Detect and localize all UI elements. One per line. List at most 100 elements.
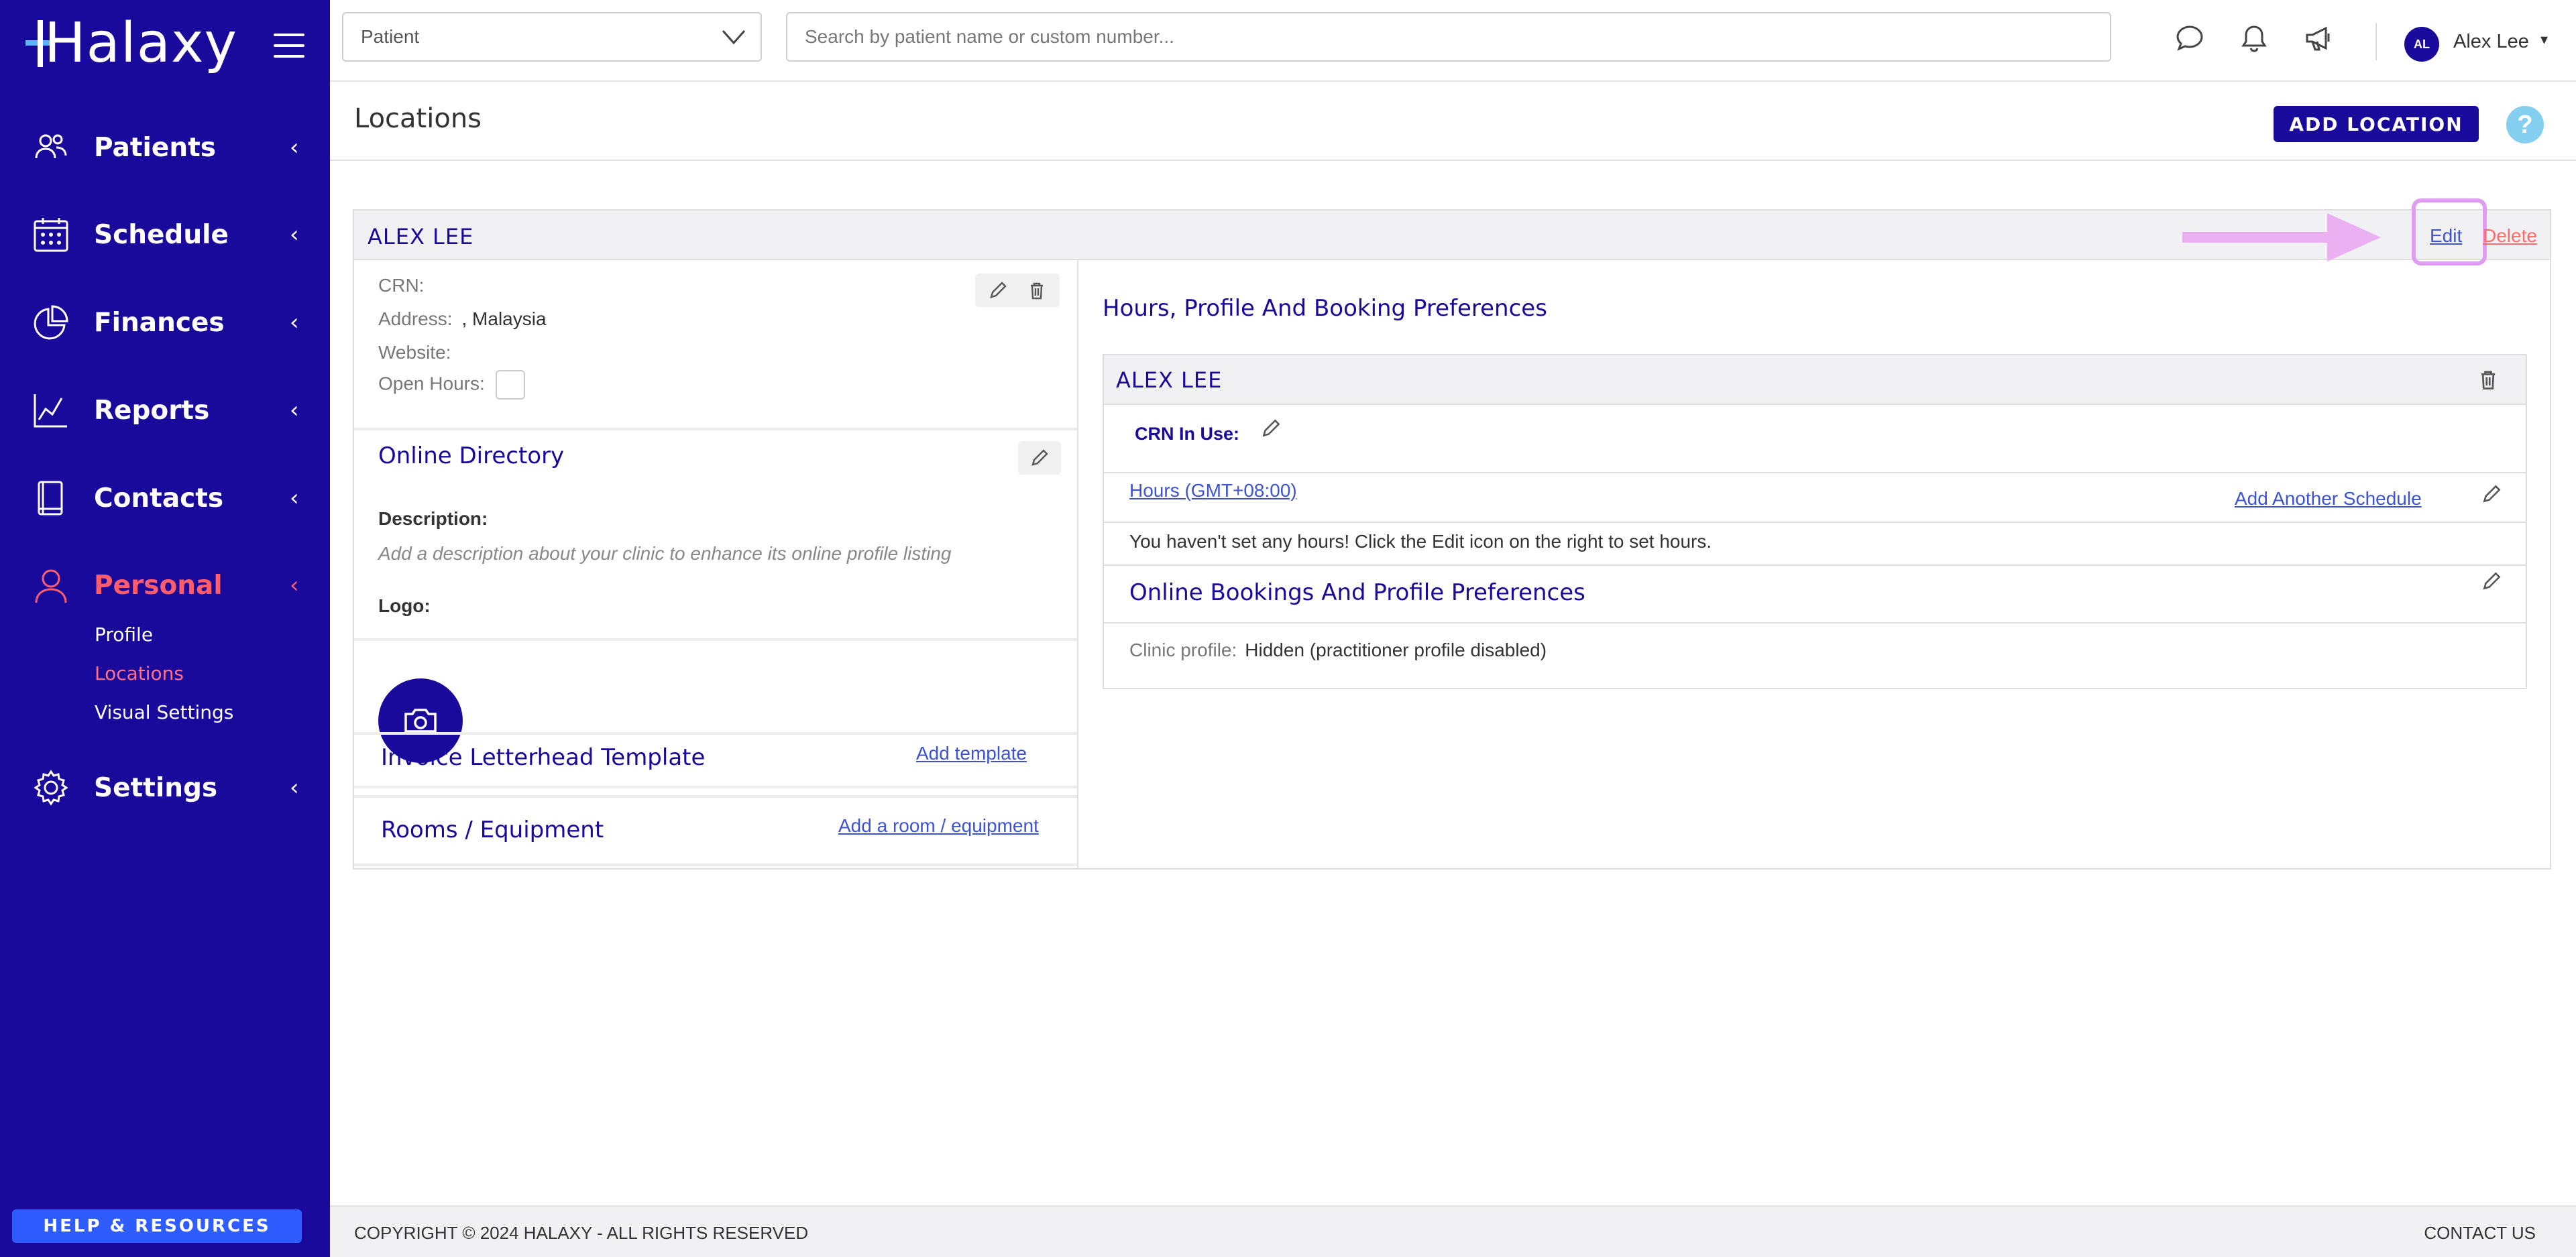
trash-icon[interactable] (2476, 367, 2500, 392)
sidebar-subitem-visual-settings[interactable]: Visual Settings (95, 701, 233, 723)
online-directory-title: Online Directory (378, 442, 565, 469)
clinic-profile-field: Clinic profile: Hidden (practitioner prof… (1129, 640, 1547, 661)
gear-icon (32, 769, 70, 806)
preferences-title: Hours, Profile And Booking Preferences (1103, 295, 1547, 322)
chevron-left-icon: ‹ (290, 134, 299, 161)
invoice-letterhead-title: Invoice Letterhead Template (381, 744, 706, 771)
website-field: Website: (378, 342, 460, 363)
sidebar-item-patients[interactable]: Patients ‹ (0, 117, 330, 178)
add-template-link[interactable]: Add template (916, 743, 1027, 764)
directory-actions (1018, 441, 1061, 475)
calendar-icon (32, 216, 70, 253)
sidebar-item-contacts[interactable]: Contacts ‹ (0, 468, 330, 528)
hamburger-menu-icon[interactable] (274, 34, 304, 58)
logo-label: Logo: (378, 595, 431, 616)
pencil-icon[interactable] (987, 280, 1009, 301)
highlight-arrow (2182, 213, 2381, 261)
avatar[interactable]: AL (2404, 27, 2439, 62)
topbar-divider (2375, 23, 2377, 60)
chevron-left-icon: ‹ (290, 485, 299, 512)
sidebar-item-schedule[interactable]: Schedule ‹ (0, 204, 330, 265)
clinic-profile-label: Clinic profile: (1129, 640, 1237, 660)
address-label: Address: (378, 308, 453, 329)
add-another-schedule-link[interactable]: Add Another Schedule (2235, 488, 2422, 510)
crn-in-use-label: CRN In Use: (1135, 424, 1240, 444)
sidebar-item-settings[interactable]: Settings ‹ (0, 758, 330, 818)
chevron-left-icon: ‹ (290, 221, 299, 248)
sidebar-subitem-locations[interactable]: Locations (95, 662, 184, 684)
divider (1104, 472, 2526, 473)
hours-timezone-link[interactable]: Hours (GMT+08:00) (1129, 480, 1297, 501)
bell-icon[interactable] (2239, 23, 2270, 54)
camera-icon (404, 709, 437, 733)
location-name: ALEX LEE (368, 224, 474, 249)
person-icon (32, 566, 70, 604)
divider (1104, 622, 2526, 623)
divider (354, 863, 1077, 866)
sidebar-item-label: Settings (94, 772, 218, 803)
logo-text: Halaxy (44, 11, 237, 75)
search-input[interactable]: Search by patient name or custom number.… (786, 12, 2111, 62)
practitioner-card: ALEX LEE CRN In Use: Hours (GMT+08:00) A… (1103, 354, 2527, 689)
crn-label: CRN: (378, 275, 425, 296)
sidebar-item-personal[interactable]: Personal ‹ (0, 555, 330, 615)
edit-location-link[interactable]: Edit (2430, 225, 2462, 247)
help-icon[interactable]: ? (2506, 106, 2544, 143)
divider (354, 795, 1077, 798)
chevron-left-icon: ‹ (290, 774, 299, 801)
open-hours-checkbox[interactable] (495, 370, 525, 400)
top-bar: Patient Search by patient name or custom… (330, 0, 2576, 82)
pencil-icon[interactable] (2480, 483, 2503, 505)
pie-chart-icon (32, 304, 70, 341)
caret-down-icon[interactable]: ▾ (2540, 31, 2548, 48)
sidebar-subitem-profile[interactable]: Profile (95, 623, 153, 646)
location-card: ALEX LEE Edit Delete CRN: Address: , Mala… (353, 198, 2551, 870)
sidebar: Halaxy Patients ‹ Schedule ‹ Finances ‹ … (0, 0, 330, 1257)
line-chart-icon (32, 392, 70, 429)
online-bookings-title: Online Bookings And Profile Preferences (1129, 579, 1585, 606)
practitioner-name: ALEX LEE (1116, 367, 1223, 393)
megaphone-icon[interactable] (2303, 23, 2334, 54)
sidebar-item-label: Finances (94, 307, 225, 338)
add-location-button[interactable]: ADD LOCATION (2274, 106, 2479, 142)
sidebar-item-finances[interactable]: Finances ‹ (0, 292, 330, 353)
practitioner-header: ALEX LEE (1104, 355, 2526, 405)
user-name[interactable]: Alex Lee (2453, 31, 2529, 53)
sidebar-item-label: Reports (94, 395, 210, 426)
chevron-down-icon (722, 30, 746, 45)
sidebar-item-label: Contacts (94, 483, 224, 514)
search-type-select[interactable]: Patient (342, 12, 762, 62)
divider (354, 428, 1077, 430)
sidebar-item-label: Patients (94, 132, 216, 163)
divider (354, 638, 1077, 641)
delete-location-link[interactable]: Delete (2483, 225, 2537, 247)
search-type-value: Patient (361, 26, 420, 47)
chat-icon[interactable] (2174, 23, 2205, 54)
location-header: ALEX LEE Edit Delete (354, 198, 2550, 265)
description-placeholder[interactable]: Add a description about your clinic to e… (378, 543, 952, 564)
halaxy-logo[interactable]: Halaxy (24, 15, 245, 75)
location-details: CRN: Address: , Malaysia Website: Open Ho… (354, 260, 1078, 868)
divider (1104, 564, 2526, 566)
page-title: Locations (354, 103, 482, 134)
page-divider (330, 160, 2576, 161)
book-icon (32, 479, 70, 517)
sidebar-item-label: Schedule (94, 219, 229, 250)
patients-icon (32, 129, 70, 166)
pencil-icon[interactable] (1259, 417, 1282, 440)
trash-icon[interactable] (1026, 280, 1048, 301)
no-hours-message: You haven't set any hours! Click the Edi… (1129, 531, 1712, 552)
help-resources-button[interactable]: HELP & RESOURCES (12, 1209, 302, 1243)
sidebar-item-reports[interactable]: Reports ‹ (0, 380, 330, 440)
chevron-left-icon: ‹ (290, 572, 299, 599)
add-room-link[interactable]: Add a room / equipment (838, 815, 1039, 837)
copyright-text: COPYRIGHT © 2024 HALAXY - ALL RIGHTS RES… (354, 1223, 809, 1243)
details-actions (975, 274, 1060, 307)
divider (354, 786, 1077, 788)
address-field: Address: , Malaysia (378, 308, 547, 330)
pencil-icon[interactable] (2480, 570, 2503, 593)
pencil-icon[interactable] (1029, 447, 1050, 469)
open-hours-field: Open Hours: (378, 370, 525, 400)
chevron-left-icon: ‹ (290, 397, 299, 424)
contact-us-link[interactable]: CONTACT US (2424, 1223, 2536, 1244)
